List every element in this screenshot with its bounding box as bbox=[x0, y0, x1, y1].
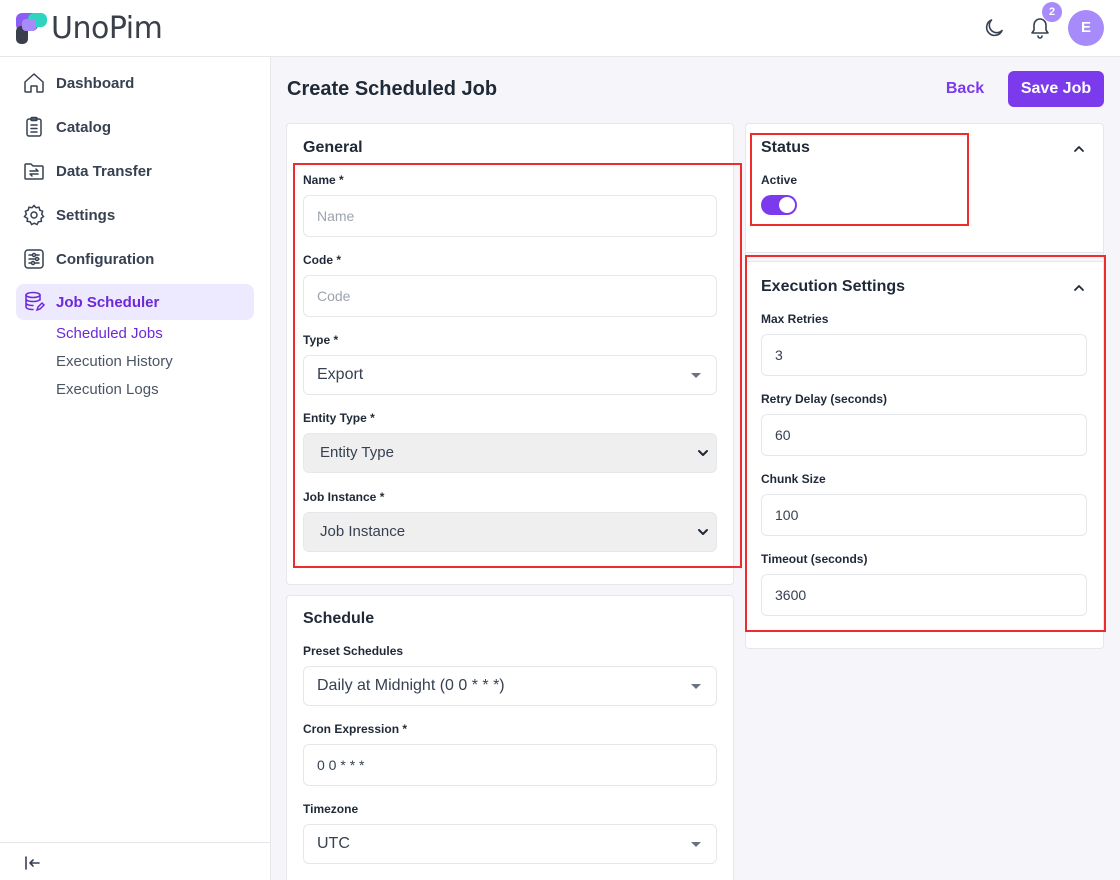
dropdown-caret-icon bbox=[691, 684, 701, 689]
code-label: Code * bbox=[303, 253, 342, 267]
sidebar-item-label: Dashboard bbox=[56, 74, 135, 92]
chevron-down-icon bbox=[698, 529, 708, 535]
timezone-value: UTC bbox=[317, 835, 350, 852]
schedule-title: Schedule bbox=[303, 610, 375, 627]
cron-expression-input[interactable]: 0 0 * * * bbox=[303, 744, 717, 786]
timeout-label: Timeout (seconds) bbox=[761, 552, 868, 566]
active-label: Active bbox=[761, 173, 798, 187]
collapse-sidebar-icon[interactable] bbox=[22, 852, 44, 874]
save-job-button[interactable]: Save Job bbox=[1008, 71, 1104, 107]
dropdown-caret-icon bbox=[691, 373, 701, 378]
database-edit-icon bbox=[25, 291, 46, 312]
max-retries-input[interactable]: 3 bbox=[761, 334, 1087, 376]
entity-type-label: Entity Type * bbox=[303, 411, 375, 425]
user-avatar[interactable]: E bbox=[1068, 10, 1104, 46]
cron-expression-label: Cron Expression * bbox=[303, 722, 408, 736]
dropdown-caret-icon bbox=[691, 842, 701, 847]
chunk-size-input[interactable]: 100 bbox=[761, 494, 1087, 536]
execution-settings-title: Execution Settings bbox=[761, 278, 906, 295]
retry-delay-input[interactable]: 60 bbox=[761, 414, 1087, 456]
sidebar-item-label: Job Scheduler bbox=[56, 293, 160, 311]
home-icon bbox=[24, 73, 44, 93]
job-instance-select-value: Job Instance bbox=[320, 523, 406, 540]
max-retries-label: Max Retries bbox=[761, 312, 829, 326]
preset-schedules-select[interactable]: Daily at Midnight (0 0 * * *) bbox=[303, 666, 717, 706]
app-logo[interactable]: UnoPim bbox=[16, 11, 163, 46]
sidebar-item-label: Catalog bbox=[56, 118, 112, 136]
timezone-label: Timezone bbox=[303, 802, 359, 816]
type-label: Type * bbox=[303, 333, 339, 347]
page-title: Create Scheduled Job bbox=[287, 78, 498, 100]
status-title: Status bbox=[761, 139, 810, 156]
dark-mode-moon-icon[interactable] bbox=[982, 16, 1006, 40]
sidebar-item-label: Settings bbox=[56, 206, 116, 224]
sidebar-item-catalog[interactable]: Catalog bbox=[16, 109, 254, 145]
right-panel-card bbox=[745, 123, 1104, 649]
toggle-knob bbox=[779, 197, 795, 213]
chunk-size-label: Chunk Size bbox=[761, 472, 826, 486]
type-select[interactable]: Export bbox=[303, 355, 717, 395]
timeout-input[interactable]: 3600 bbox=[761, 574, 1087, 616]
job-instance-label: Job Instance * bbox=[303, 490, 385, 504]
active-toggle[interactable] bbox=[761, 195, 797, 215]
unopim-logo-icon bbox=[16, 13, 47, 44]
preset-schedules-label: Preset Schedules bbox=[303, 644, 404, 658]
sidebar-footer bbox=[0, 842, 270, 880]
sidebar-item-settings[interactable]: Settings bbox=[16, 197, 254, 233]
sidebar-subitem-execution-history[interactable]: Execution History bbox=[56, 353, 173, 370]
sidebar-item-label: Configuration bbox=[56, 250, 155, 268]
app-name: UnoPim bbox=[51, 11, 163, 46]
back-button[interactable]: Back bbox=[936, 71, 994, 107]
sidebar: Dashboard Catalog Data Transfer Settings… bbox=[0, 57, 271, 880]
entity-type-select[interactable]: Entity Type bbox=[303, 433, 717, 473]
preset-schedules-value: Daily at Midnight (0 0 * * *) bbox=[317, 677, 505, 694]
job-instance-select[interactable]: Job Instance bbox=[303, 512, 717, 552]
gear-icon bbox=[23, 204, 45, 226]
notification-count-badge: 2 bbox=[1042, 2, 1062, 22]
timezone-select[interactable]: UTC bbox=[303, 824, 717, 864]
sidebar-item-label: Data Transfer bbox=[56, 162, 152, 180]
folder-transfer-icon bbox=[24, 163, 44, 180]
card-separator bbox=[746, 252, 1103, 262]
top-header: UnoPim 2 E bbox=[0, 0, 1120, 57]
code-input[interactable]: Code bbox=[303, 275, 717, 317]
sidebar-item-dashboard[interactable]: Dashboard bbox=[16, 65, 254, 101]
entity-type-select-value: Entity Type bbox=[320, 444, 394, 461]
name-input[interactable]: Name bbox=[303, 195, 717, 237]
clipboard-list-icon bbox=[26, 116, 42, 137]
name-label: Name * bbox=[303, 173, 344, 187]
sidebar-item-configuration[interactable]: Configuration bbox=[16, 241, 254, 277]
chevron-up-icon[interactable] bbox=[1072, 281, 1086, 295]
retry-delay-label: Retry Delay (seconds) bbox=[761, 392, 888, 406]
type-select-value: Export bbox=[317, 366, 364, 383]
sidebar-subitem-execution-logs[interactable]: Execution Logs bbox=[56, 381, 159, 398]
sidebar-item-job-scheduler[interactable]: Job Scheduler bbox=[16, 284, 254, 320]
chevron-down-icon bbox=[698, 450, 708, 456]
general-title: General bbox=[303, 139, 363, 156]
sidebar-subitem-scheduled-jobs[interactable]: Scheduled Jobs bbox=[56, 325, 163, 342]
sliders-icon bbox=[24, 249, 44, 269]
sidebar-item-data-transfer[interactable]: Data Transfer bbox=[16, 153, 254, 189]
chevron-up-icon[interactable] bbox=[1072, 142, 1086, 156]
